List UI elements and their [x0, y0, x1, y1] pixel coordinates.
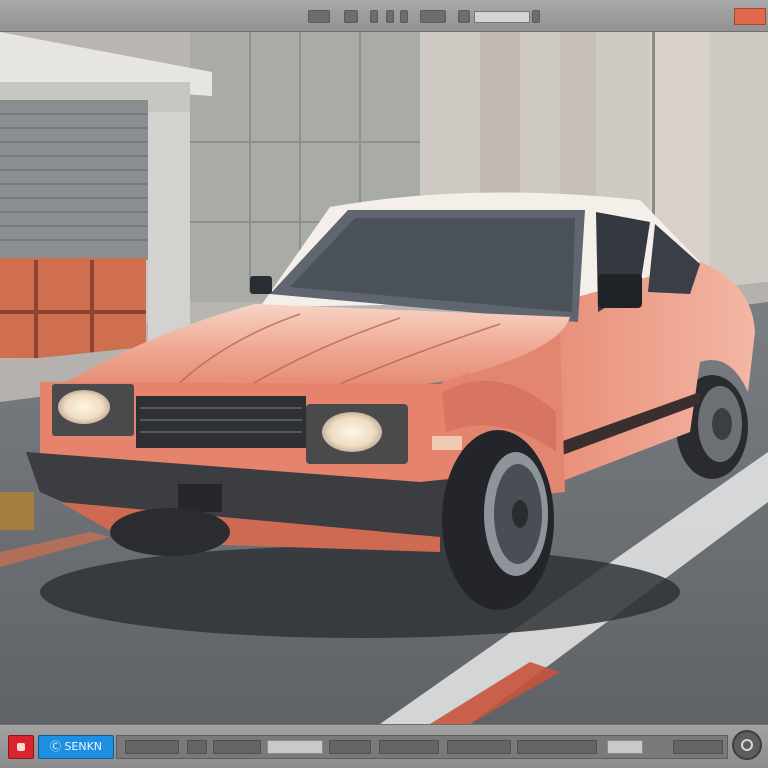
orange-crates: [0, 258, 146, 358]
side-mirror: [598, 274, 642, 308]
control-segment-2[interactable]: [187, 740, 207, 754]
control-segment-1[interactable]: [125, 740, 179, 754]
car-shadow: [40, 546, 680, 638]
image-canvas: [0, 32, 768, 724]
toolbar-button-1[interactable]: [308, 10, 330, 23]
control-segment-6[interactable]: [379, 740, 439, 754]
brand-button[interactable]: Ⓒ SENKN: [38, 735, 114, 759]
control-segment-7[interactable]: [447, 740, 511, 754]
control-strip: [116, 735, 728, 759]
control-segment-9[interactable]: [607, 740, 643, 754]
record-button[interactable]: [8, 735, 34, 759]
control-segment-4[interactable]: [267, 740, 323, 754]
settings-dial-button[interactable]: [732, 730, 762, 760]
control-segment-8[interactable]: [517, 740, 597, 754]
toolbar-field[interactable]: [474, 11, 530, 23]
left-headlight: [58, 390, 110, 424]
toolbar-button-3[interactable]: [370, 10, 378, 23]
toolbar-button-7[interactable]: [458, 10, 470, 23]
right-headlight: [322, 412, 382, 452]
bottom-toolbar: Ⓒ SENKN: [0, 724, 768, 768]
control-segment-5[interactable]: [329, 740, 371, 754]
record-icon: [17, 743, 25, 751]
toolbar-button-2[interactable]: [344, 10, 358, 23]
top-toolbar: [0, 0, 768, 32]
control-segment-3[interactable]: [213, 740, 261, 754]
toolbar-button-6[interactable]: [420, 10, 446, 23]
toolbar-button-4[interactable]: [386, 10, 394, 23]
settings-dial-icon: [741, 739, 753, 751]
toolbar-button-8[interactable]: [532, 10, 540, 23]
toolbar-button-5[interactable]: [400, 10, 408, 23]
garage-shutter: [0, 100, 148, 260]
top-right-action-button[interactable]: [734, 8, 766, 25]
control-segment-10[interactable]: [673, 740, 723, 754]
car-illustration: [0, 32, 768, 724]
front-grille: [136, 396, 306, 448]
